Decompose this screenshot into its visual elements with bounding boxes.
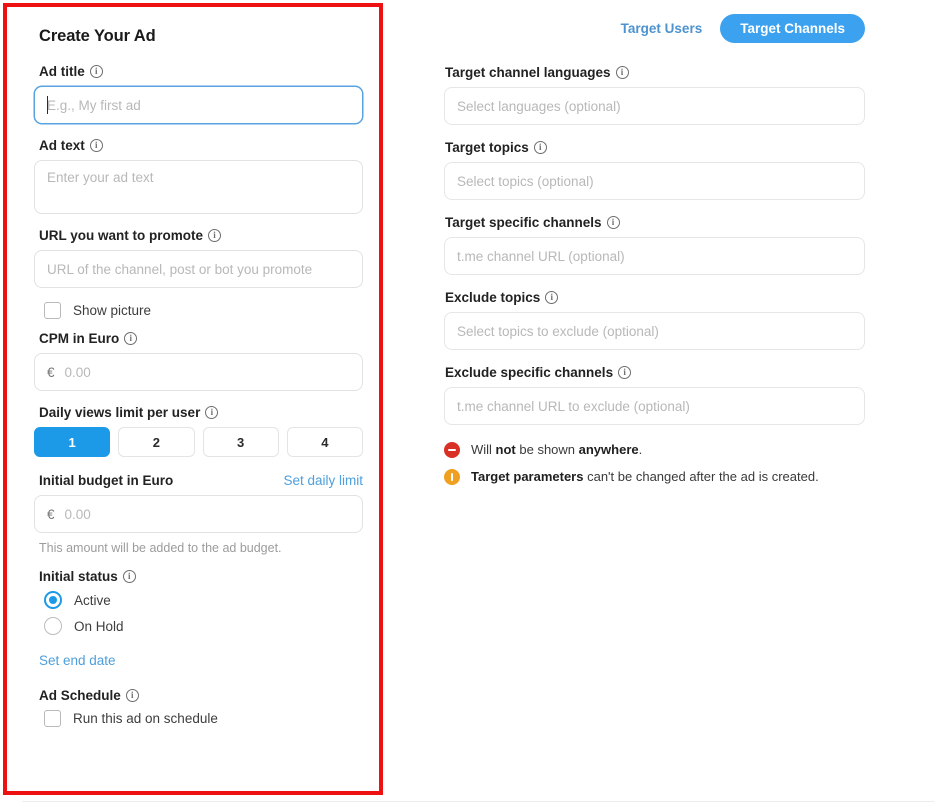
- ad-text-textarea[interactable]: Enter your ad text: [34, 160, 363, 214]
- show-picture-row[interactable]: Show picture: [44, 302, 353, 319]
- ad-text-placeholder: Enter your ad text: [47, 170, 154, 185]
- run-on-schedule-label: Run this ad on schedule: [73, 711, 218, 726]
- target-topics-placeholder: Select topics (optional): [457, 173, 594, 189]
- target-topics-input[interactable]: Select topics (optional): [444, 162, 865, 200]
- ad-title-label-text: Ad title: [39, 64, 85, 79]
- initial-status-option-on-hold[interactable]: On Hold: [44, 617, 353, 635]
- exclude-topics-input[interactable]: Select topics to exclude (optional): [444, 312, 865, 350]
- note-target-parameters-locked: Target parameters can't be changed after…: [444, 468, 865, 485]
- info-icon[interactable]: i: [606, 216, 620, 229]
- info-icon[interactable]: i: [89, 65, 103, 78]
- initial-budget-hint: This amount will be added to the ad budg…: [39, 541, 282, 555]
- target-channel-languages-placeholder: Select languages (optional): [457, 98, 621, 114]
- run-on-schedule-row[interactable]: Run this ad on schedule: [44, 710, 353, 727]
- radio-active[interactable]: [44, 591, 62, 609]
- target-specific-channels-label-text: Target specific channels: [445, 215, 602, 230]
- cpm-input[interactable]: € 0.00: [34, 353, 363, 391]
- tab-target-users[interactable]: Target Users: [617, 15, 707, 42]
- url-input[interactable]: URL of the channel, post or bot you prom…: [34, 250, 363, 288]
- info-icon[interactable]: i: [533, 141, 547, 154]
- info-icon[interactable]: i: [208, 229, 221, 242]
- initial-budget-label-row: Initial budget in Euro Set daily limit: [34, 473, 363, 488]
- ad-schedule-label-text: Ad Schedule: [39, 688, 121, 703]
- radio-on-hold[interactable]: [44, 617, 62, 635]
- info-icon[interactable]: i: [122, 570, 136, 583]
- url-label-text: URL you want to promote: [39, 228, 203, 243]
- exclude-specific-channels-label: Exclude specific channels i: [445, 365, 865, 380]
- exclude-specific-channels-placeholder: t.me channel URL to exclude (optional): [457, 398, 690, 414]
- daily-views-option-2[interactable]: 2: [118, 427, 195, 457]
- cpm-label-text: CPM in Euro: [39, 331, 120, 346]
- info-icon[interactable]: i: [205, 406, 219, 419]
- ad-text-label: Ad text i: [39, 138, 353, 153]
- info-icon[interactable]: i: [124, 332, 138, 345]
- exclude-topics-placeholder: Select topics to exclude (optional): [457, 323, 659, 339]
- exclude-specific-channels-input[interactable]: t.me channel URL to exclude (optional): [444, 387, 865, 425]
- info-icon[interactable]: i: [89, 139, 103, 152]
- page-root: Create Your Ad Ad title i E.g., My first…: [0, 0, 934, 808]
- initial-status-label: Initial status i: [39, 569, 353, 584]
- note-not-shown-anywhere-text: Will not be shown anywhere.: [471, 442, 643, 457]
- cpm-label: CPM in Euro i: [39, 331, 353, 346]
- initial-budget-placeholder: 0.00: [64, 506, 91, 522]
- bottom-divider: [22, 801, 934, 802]
- block-icon: [444, 442, 460, 458]
- note-target-parameters-locked-text: Target parameters can't be changed after…: [471, 469, 819, 484]
- cpm-placeholder: 0.00: [64, 364, 91, 380]
- ad-title-placeholder: E.g., My first ad: [47, 97, 141, 113]
- target-topics-label: Target topics i: [445, 140, 865, 155]
- targeting-notes: Will not be shown anywhere. Target param…: [444, 441, 865, 485]
- show-picture-checkbox[interactable]: [44, 302, 61, 319]
- ad-text-label-text: Ad text: [39, 138, 85, 153]
- create-ad-panel: Create Your Ad Ad title i E.g., My first…: [7, 7, 379, 791]
- initial-status-option-active[interactable]: Active: [44, 591, 353, 609]
- initial-budget-input[interactable]: € 0.00: [34, 495, 363, 533]
- set-daily-limit-link[interactable]: Set daily limit: [283, 473, 363, 488]
- warning-icon: [444, 469, 460, 485]
- info-icon[interactable]: i: [545, 291, 559, 304]
- target-channel-languages-label-text: Target channel languages: [445, 65, 611, 80]
- target-channel-languages-input[interactable]: Select languages (optional): [444, 87, 865, 125]
- ad-title-label: Ad title i: [39, 64, 353, 79]
- url-placeholder: URL of the channel, post or bot you prom…: [47, 261, 313, 277]
- exclude-topics-label: Exclude topics i: [445, 290, 865, 305]
- set-end-date-link[interactable]: Set end date: [39, 653, 116, 668]
- url-label: URL you want to promote i: [39, 228, 353, 243]
- targeting-tabs: Target Users Target Channels: [444, 14, 865, 43]
- tab-target-channels[interactable]: Target Channels: [720, 14, 865, 43]
- euro-symbol: €: [47, 506, 55, 522]
- ad-schedule-label: Ad Schedule i: [39, 688, 353, 703]
- targeting-panel: Target Users Target Channels Target chan…: [420, 0, 934, 808]
- daily-views-limit-label-text: Daily views limit per user: [39, 405, 201, 420]
- info-icon[interactable]: i: [615, 66, 629, 79]
- target-channel-languages-label: Target channel languages i: [445, 65, 865, 80]
- target-specific-channels-placeholder: t.me channel URL (optional): [457, 248, 625, 264]
- show-picture-label: Show picture: [73, 303, 152, 318]
- daily-views-option-4[interactable]: 4: [286, 427, 363, 457]
- exclude-topics-label-text: Exclude topics: [445, 290, 541, 305]
- euro-symbol: €: [47, 364, 55, 380]
- target-specific-channels-label: Target specific channels i: [445, 215, 865, 230]
- radio-active-label: Active: [74, 592, 111, 608]
- daily-views-limit-label: Daily views limit per user i: [39, 405, 353, 420]
- initial-budget-label: Initial budget in Euro: [39, 473, 174, 488]
- note-not-shown-anywhere: Will not be shown anywhere.: [444, 441, 865, 458]
- ad-title-input[interactable]: E.g., My first ad: [34, 86, 363, 124]
- run-on-schedule-checkbox[interactable]: [44, 710, 61, 727]
- target-topics-label-text: Target topics: [445, 140, 529, 155]
- info-icon[interactable]: i: [125, 689, 139, 702]
- target-specific-channels-input[interactable]: t.me channel URL (optional): [444, 237, 865, 275]
- initial-status-label-text: Initial status: [39, 569, 118, 584]
- daily-views-option-1[interactable]: 1: [34, 427, 111, 457]
- info-icon[interactable]: i: [618, 366, 632, 379]
- page-title: Create Your Ad: [39, 27, 156, 45]
- create-ad-panel-highlight: Create Your Ad Ad title i E.g., My first…: [3, 3, 383, 795]
- daily-views-limit-group: 1 2 3 4: [34, 427, 363, 457]
- text-caret: [47, 96, 48, 114]
- exclude-specific-channels-label-text: Exclude specific channels: [445, 365, 614, 380]
- radio-on-hold-label: On Hold: [74, 618, 124, 634]
- daily-views-option-3[interactable]: 3: [202, 427, 279, 457]
